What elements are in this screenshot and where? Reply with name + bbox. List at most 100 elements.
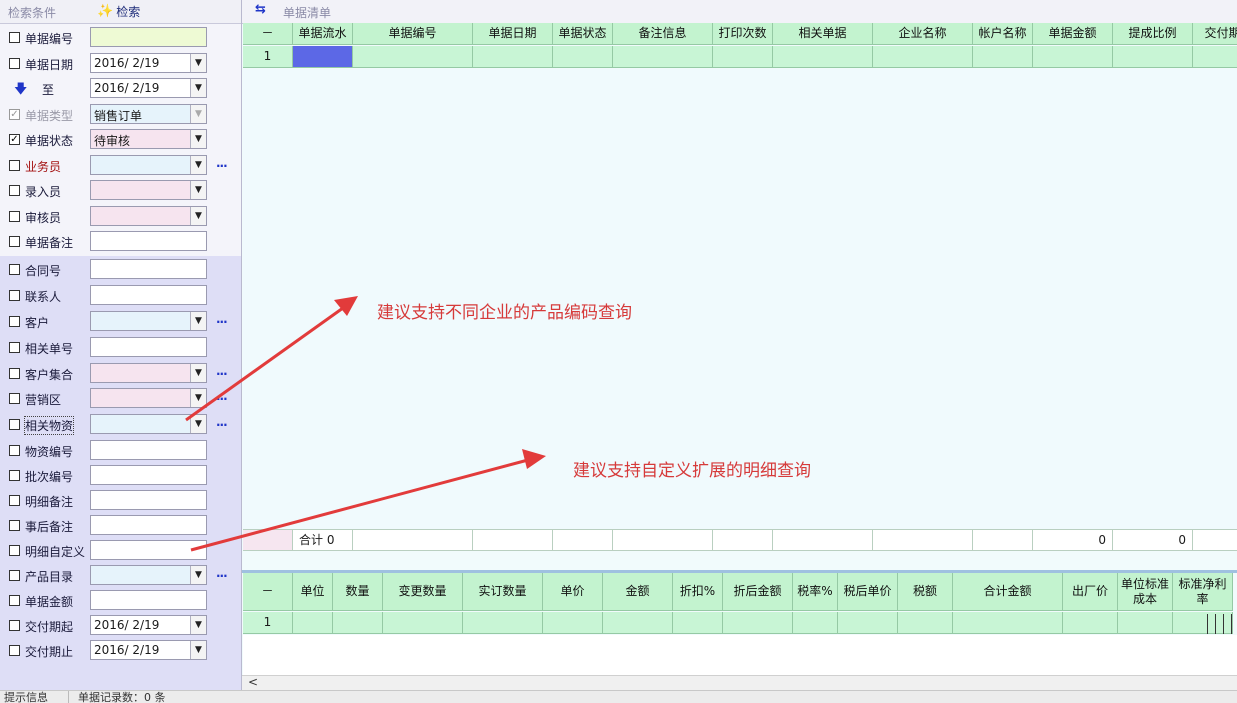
column-header[interactable]: 单据金额 [1033,23,1113,45]
grid-cell[interactable] [1113,46,1193,68]
criteria-combo[interactable]: ▼ [90,414,207,434]
dropdown-arrow-icon[interactable]: ▼ [190,54,206,72]
criteria-checkbox[interactable] [9,342,20,353]
criteria-input[interactable] [90,285,207,305]
criteria-input[interactable] [90,490,207,510]
column-header[interactable]: 实订数量 [463,573,543,611]
more-options-button[interactable]: ... [216,389,228,403]
criteria-input[interactable] [90,465,207,485]
criteria-combo[interactable]: ▼ [90,311,207,331]
column-header[interactable]: 单位 [293,573,333,611]
more-options-button[interactable]: ... [216,312,228,326]
column-header[interactable]: 单价 [543,573,603,611]
criteria-checkbox[interactable] [9,645,20,656]
criteria-checkbox[interactable] [9,470,20,481]
criteria-combo[interactable]: ▼ [90,206,207,226]
criteria-checkbox[interactable] [9,495,20,506]
criteria-checkbox[interactable] [9,185,20,196]
more-options-button[interactable]: ... [216,156,228,170]
criteria-combo[interactable]: ▼ [90,180,207,200]
dropdown-arrow-icon[interactable]: ▼ [190,389,206,407]
criteria-combo[interactable]: 2016/ 2/19 ▼ [90,78,207,98]
grid-cell[interactable] [543,612,603,634]
criteria-checkbox[interactable] [9,595,20,606]
criteria-checkbox[interactable] [9,32,20,43]
search-button[interactable]: ✨ 检索 [97,3,140,20]
criteria-combo[interactable]: ▼ [90,155,207,175]
criteria-combo[interactable]: 2016/ 2/19 ▼ [90,615,207,635]
criteria-input[interactable] [90,590,207,610]
criteria-combo[interactable]: ▼ [90,363,207,383]
dropdown-arrow-icon[interactable]: ▼ [190,641,206,659]
more-options-button[interactable]: ... [216,364,228,378]
grid-corner[interactable]: － [243,573,293,611]
dropdown-arrow-icon[interactable]: ▼ [190,616,206,634]
grid-cell[interactable] [873,46,973,68]
scroll-left-icon[interactable]: < [248,675,258,689]
dropdown-arrow-icon[interactable]: ▼ [190,79,206,97]
swap-arrows-icon[interactable]: ⇆ [255,2,266,17]
column-header[interactable]: 标准净利率 [1173,573,1233,611]
criteria-checkbox[interactable] [9,236,20,247]
criteria-input[interactable] [90,440,207,460]
column-header[interactable]: 税率% [793,573,838,611]
grid-cell[interactable] [1193,46,1237,68]
column-header[interactable]: 折扣% [673,573,723,611]
document-grid[interactable]: － 1 单据流水 单据编号 单据日期 单据状态 备注信息 打印次数 相关单据 企业名称 帐户名称 单据… [243,23,1237,69]
column-header[interactable]: 合计金额 [953,573,1063,611]
column-header[interactable]: 备注信息 [613,23,713,45]
column-header[interactable]: 单据状态 [553,23,613,45]
criteria-combo[interactable]: 2016/ 2/19 ▼ [90,53,207,73]
column-header[interactable]: 数量 [333,573,383,611]
grid-cell[interactable] [353,46,473,68]
column-header[interactable]: 变更数量 [383,573,463,611]
column-header[interactable]: 出厂价 [1063,573,1118,611]
grid-cell[interactable] [473,46,553,68]
grid-cell[interactable] [383,612,463,634]
detail-grid[interactable]: － 1 单位 数量 变更数量 实订数量 单价 金额 折扣% 折后金额 税率% 税后单价 税额 合计金额 出厂… [243,573,1237,635]
column-header[interactable]: 单据流水 [293,23,353,45]
column-header[interactable]: 税额 [898,573,953,611]
criteria-checkbox[interactable] [9,368,20,379]
horizontal-scrollbar[interactable]: < [242,675,1237,691]
column-header[interactable]: 打印次数 [713,23,773,45]
criteria-input[interactable] [90,27,207,47]
grid-cell[interactable] [293,612,333,634]
criteria-checkbox[interactable] [9,316,20,327]
criteria-checkbox[interactable] [9,545,20,556]
column-header[interactable]: 提成比例 [1113,23,1193,45]
criteria-checkbox[interactable] [9,160,20,171]
column-header[interactable]: 折后金额 [723,573,793,611]
column-header[interactable]: 相关单据 [773,23,873,45]
grid-cell[interactable] [293,46,353,68]
criteria-checkbox[interactable]: ✓ [9,134,20,145]
dropdown-arrow-icon[interactable]: ▼ [190,566,206,584]
criteria-combo[interactable]: 2016/ 2/19 ▼ [90,640,207,660]
grid-cell[interactable] [723,612,793,634]
grid-cell[interactable] [673,612,723,634]
criteria-combo[interactable]: ▼ [90,565,207,585]
criteria-combo[interactable]: ▼ [90,388,207,408]
column-header[interactable]: 企业名称 [873,23,973,45]
grid-cell[interactable] [1033,46,1113,68]
column-header[interactable]: 税后单价 [838,573,898,611]
criteria-checkbox[interactable] [9,393,20,404]
criteria-checkbox[interactable] [9,419,20,430]
criteria-input[interactable] [90,337,207,357]
grid-cell[interactable] [713,46,773,68]
dropdown-arrow-icon[interactable]: ▼ [190,415,206,433]
column-header[interactable]: 帐户名称 [973,23,1033,45]
criteria-checkbox[interactable] [9,58,20,69]
dropdown-arrow-icon[interactable]: ▼ [190,130,206,148]
column-header[interactable]: 单位标准成本 [1118,573,1173,611]
criteria-checkbox[interactable] [9,570,20,581]
dropdown-arrow-icon[interactable]: ▼ [190,181,206,199]
grid-cell[interactable] [953,612,1063,634]
criteria-checkbox[interactable] [9,445,20,456]
column-header[interactable]: 金额 [603,573,673,611]
criteria-input[interactable] [90,231,207,251]
dropdown-arrow-icon[interactable]: ▼ [190,312,206,330]
criteria-checkbox[interactable] [9,211,20,222]
grid-cell[interactable] [973,46,1033,68]
criteria-combo[interactable]: 待审核 ▼ [90,129,207,149]
